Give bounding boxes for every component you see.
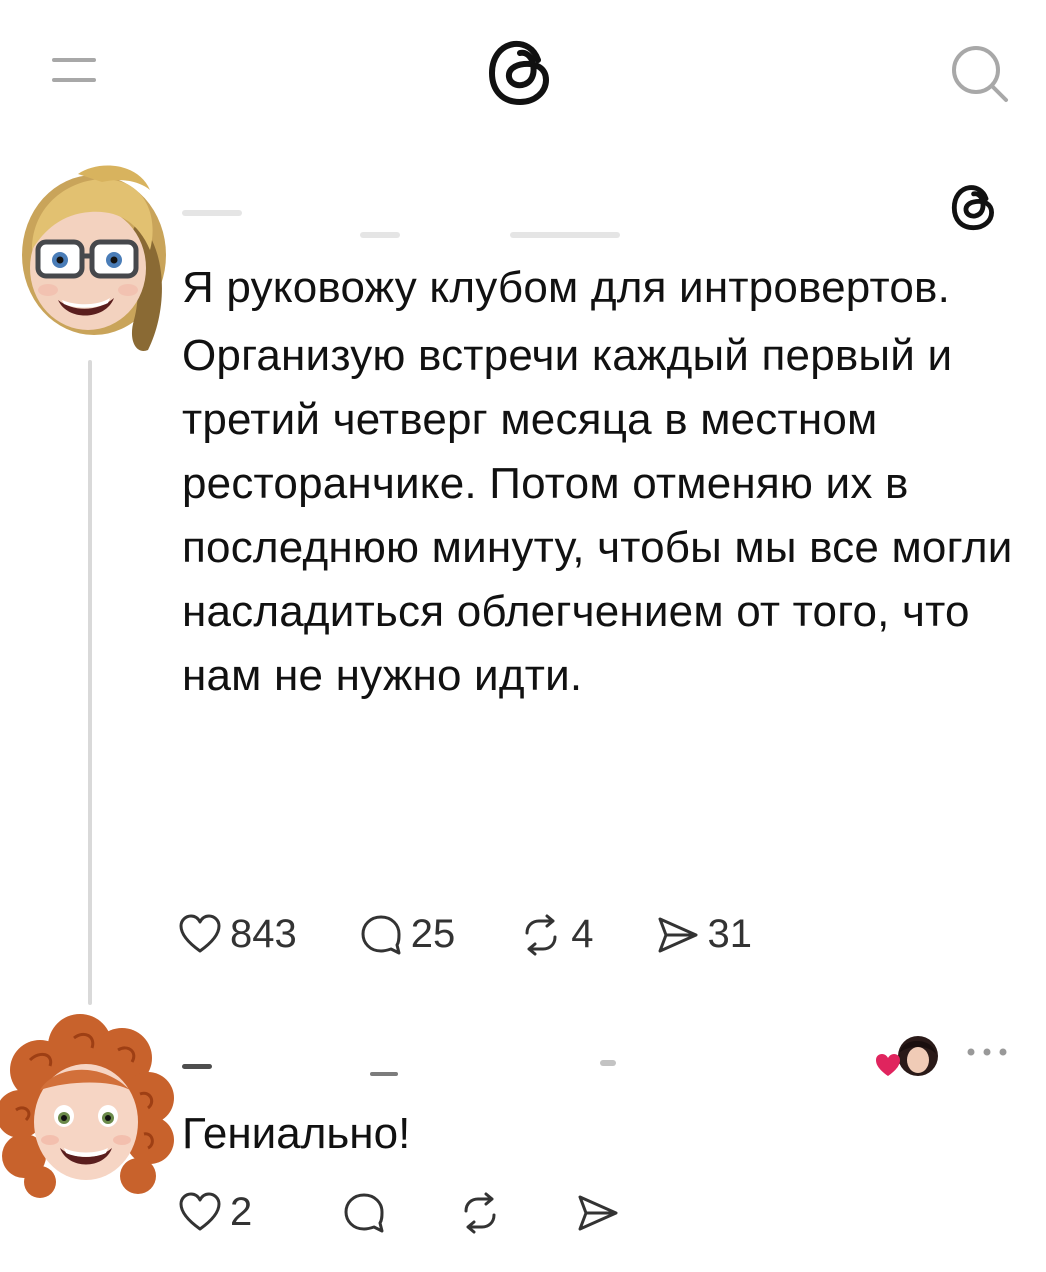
comment-button[interactable] (342, 1191, 386, 1235)
more-icon[interactable] (962, 1040, 1012, 1064)
username-redacted (360, 232, 400, 238)
repost-button[interactable]: 4 (519, 912, 594, 957)
post-actions: 843 25 4 31 (178, 912, 752, 957)
post-paragraph: Организую встречи каждый первый и третий… (182, 331, 1013, 700)
share-count: 31 (707, 912, 753, 956)
comment-count: 25 (410, 912, 456, 956)
username-redacted (600, 1060, 616, 1066)
reply-actions: 2 (178, 1190, 620, 1235)
username-redacted (510, 232, 620, 238)
username-redacted (182, 210, 242, 216)
post-text: Я руковожу клубом для интровертов. Орган… (182, 256, 1022, 708)
share-button[interactable] (576, 1191, 620, 1235)
like-button[interactable]: 843 (178, 912, 297, 957)
post-paragraph: Я руковожу клубом для интровертов. (182, 263, 951, 312)
author-avatar[interactable] (18, 160, 178, 360)
like-count: 2 (230, 1190, 253, 1234)
thread-line (88, 360, 92, 1005)
menu-icon[interactable] (50, 52, 98, 88)
liked-by-author-icon (876, 1036, 938, 1076)
share-icon (578, 1195, 618, 1230)
comment-button[interactable]: 25 (359, 912, 456, 957)
threads-logo-icon (951, 185, 994, 231)
repost-icon (525, 914, 557, 955)
username-redacted (182, 1064, 212, 1069)
search-icon[interactable] (946, 40, 1012, 106)
reply-text: Гениально! (182, 1109, 411, 1158)
username-redacted (370, 1072, 398, 1076)
heart-icon (179, 1192, 221, 1230)
repost-button[interactable] (458, 1191, 502, 1235)
share-icon (658, 917, 697, 952)
reply-author-avatar[interactable] (0, 1010, 175, 1200)
comment-icon (344, 1193, 384, 1232)
repost-icon (464, 1192, 496, 1233)
like-count: 843 (230, 912, 297, 956)
top-bar (0, 0, 1046, 150)
threads-logo-icon[interactable] (480, 30, 564, 114)
repost-count: 4 (571, 912, 594, 956)
comment-icon (361, 915, 401, 954)
share-button[interactable]: 31 (656, 912, 753, 957)
heart-icon (179, 914, 221, 952)
like-button[interactable]: 2 (178, 1190, 252, 1235)
